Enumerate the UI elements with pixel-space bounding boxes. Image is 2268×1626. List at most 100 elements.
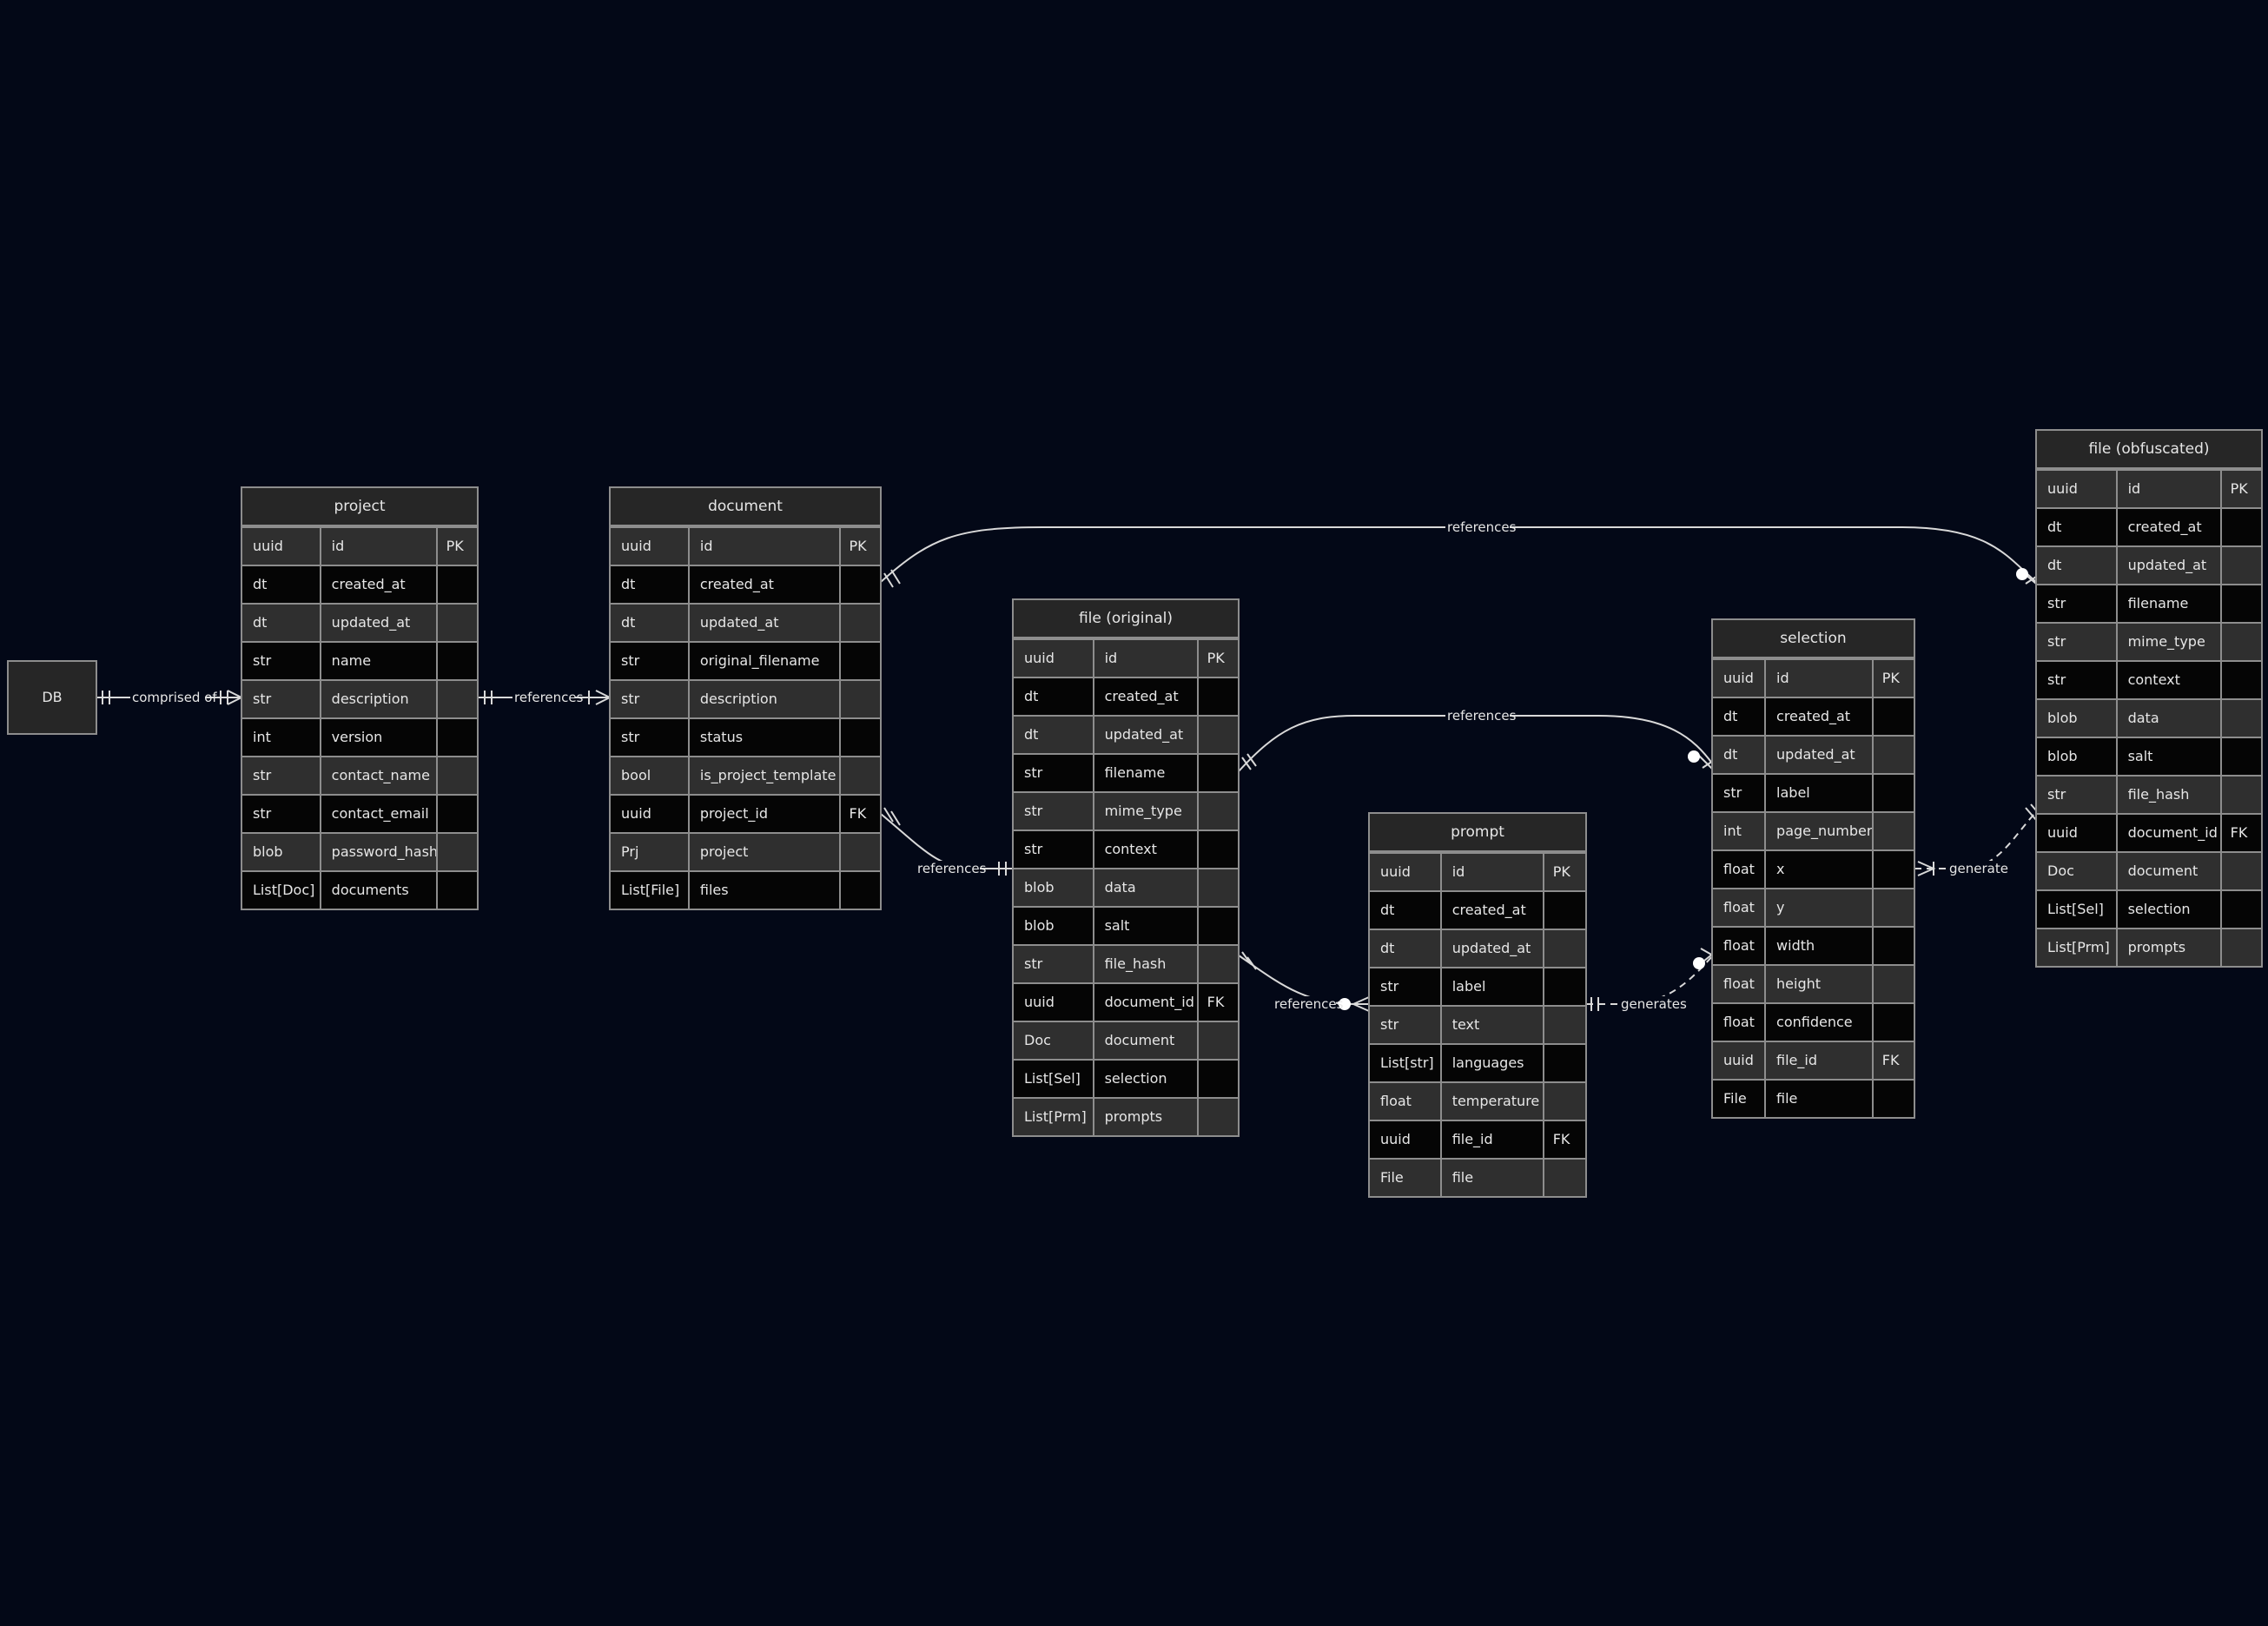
attribute-name: id [2118, 471, 2222, 507]
attribute-key [1874, 966, 1914, 1002]
attribute-type: dt [1713, 737, 1767, 773]
attribute-name: prompts [2118, 929, 2222, 966]
label-selection-prompt: generates [1621, 996, 1687, 1012]
attribute-key [1199, 755, 1238, 791]
attribute-key [1199, 717, 1238, 753]
attribute-key: PK [1207, 650, 1225, 666]
attribute-row: File file [1713, 1079, 1914, 1117]
attribute-key [2222, 700, 2261, 737]
attribute-name: y [1766, 889, 1874, 926]
attribute-name: file [1442, 1160, 1544, 1196]
attribute-key [438, 872, 477, 909]
entity-prompt: prompt uuid id PK dt created_at dt updated_at st… [1368, 812, 1587, 1198]
attribute-name: height [1766, 966, 1874, 1002]
attribute-name: text [1442, 1007, 1544, 1043]
attribute-key [2222, 509, 2261, 545]
entity-document: document uuid id PK dt created_at dt updated_at… [609, 486, 882, 910]
attribute-key: PK [849, 538, 867, 554]
label-selection-file-obfuscated: generate [1949, 861, 2008, 876]
attribute-type: dt [2037, 509, 2118, 545]
attribute-row: str status [611, 717, 880, 756]
attribute-key [1874, 851, 1914, 888]
attribute-name: id [1094, 640, 1199, 677]
attribute-type: str [611, 719, 690, 756]
attribute-type: str [242, 757, 321, 794]
attribute-row: bool is_project_template [611, 756, 880, 794]
attribute-row: dt created_at [1370, 890, 1585, 929]
attribute-row: List[Prm] prompts [2037, 928, 2261, 966]
attribute-key [1874, 775, 1914, 811]
attribute-name: selection [1094, 1061, 1199, 1097]
attribute-type: str [2037, 624, 2118, 660]
attribute-type: float [1713, 851, 1767, 888]
attribute-key: PK [1881, 670, 1900, 686]
attribute-name: languages [1442, 1045, 1544, 1081]
attribute-key [1544, 930, 1585, 967]
attribute-key [438, 566, 477, 603]
attribute-key [1199, 946, 1238, 982]
attribute-key: FK [1552, 1131, 1570, 1147]
attribute-row: str file_hash [2037, 775, 2261, 813]
attribute-row: uuid id PK [611, 526, 880, 565]
attribute-row: str description [242, 679, 477, 717]
attribute-row: dt updated_at [1370, 929, 1585, 967]
attribute-type: uuid [1713, 660, 1767, 697]
attribute-name: file_hash [2118, 777, 2222, 813]
attribute-type: dt [242, 566, 321, 603]
attribute-type: dt [611, 605, 690, 641]
attribute-type: List[str] [1370, 1045, 1442, 1081]
edge-document-file-obfuscated [880, 526, 2037, 583]
attribute-type: float [1713, 889, 1767, 926]
attribute-key: FK [2230, 824, 2248, 841]
entity-title: file (obfuscated) [2037, 431, 2261, 469]
attribute-key [2222, 929, 2261, 966]
attribute-type: str [242, 681, 321, 717]
attribute-key [1874, 889, 1914, 926]
attribute-name: created_at [1442, 892, 1544, 929]
attribute-type: str [2037, 662, 2118, 698]
attribute-name: filename [1094, 755, 1199, 791]
attribute-row: uuid id PK [1014, 638, 1238, 677]
attribute-row: uuid id PK [242, 526, 477, 565]
attribute-key [2222, 738, 2261, 775]
attribute-row: str name [242, 641, 477, 679]
attribute-type: str [2037, 585, 2118, 622]
attribute-row: List[File] files [611, 870, 880, 909]
attribute-name: description [690, 681, 841, 717]
attribute-row: str text [1370, 1005, 1585, 1043]
attribute-key [841, 566, 880, 603]
attribute-key [1544, 1007, 1585, 1043]
attribute-row: float x [1713, 849, 1914, 888]
attribute-name: created_at [321, 566, 438, 603]
attribute-row: str original_filename [611, 641, 880, 679]
attribute-key [2222, 624, 2261, 660]
attribute-name: prompts [1094, 1099, 1199, 1135]
attribute-name: page_number [1766, 813, 1874, 849]
attribute-row: Prj project [611, 832, 880, 870]
attribute-type: str [1370, 1007, 1442, 1043]
attribute-name: created_at [2118, 509, 2222, 545]
attribute-type: blob [242, 834, 321, 870]
attribute-key: FK [1881, 1052, 1900, 1068]
attribute-type: str [2037, 777, 2118, 813]
attribute-key [1874, 928, 1914, 964]
attribute-type: blob [1014, 908, 1094, 944]
entity-title: project [242, 488, 477, 526]
attribute-key [1199, 869, 1238, 906]
attribute-key [1199, 1022, 1238, 1059]
attribute-row: int version [242, 717, 477, 756]
attribute-name: context [2118, 662, 2222, 698]
attribute-name: original_filename [690, 643, 841, 679]
entity-title: selection [1713, 620, 1914, 658]
attribute-key [2222, 853, 2261, 889]
attribute-key [438, 719, 477, 756]
attribute-type: str [1014, 755, 1094, 791]
entity-file-obfuscated: file (obfuscated) uuid id PK dt created_at dt u… [2035, 429, 2263, 968]
attribute-key: PK [446, 538, 464, 554]
attribute-name: temperature [1442, 1083, 1544, 1120]
attribute-type: blob [1014, 869, 1094, 906]
attribute-name: status [690, 719, 841, 756]
attribute-row: str filename [2037, 584, 2261, 622]
attribute-type: str [242, 796, 321, 832]
attribute-key [438, 757, 477, 794]
